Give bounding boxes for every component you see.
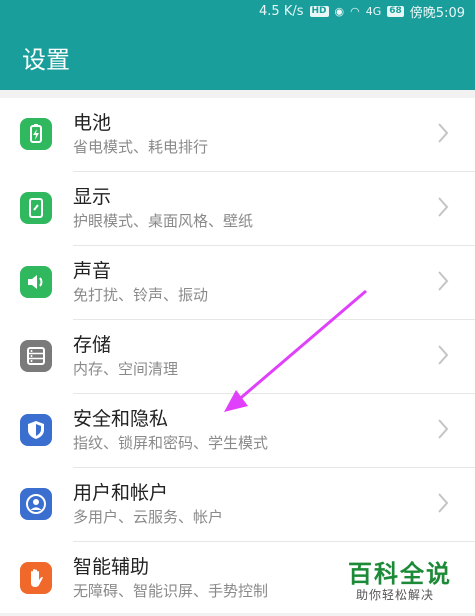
status-bar: 4.5 K/s HD ◉ ◠ 4G 68 傍晚5:09 xyxy=(0,0,475,22)
clock: 傍晚5:09 xyxy=(409,5,465,21)
hand-icon xyxy=(20,562,52,594)
settings-item-subtitle: 省电模式、耗电排行 xyxy=(73,138,209,156)
settings-list: 电池 省电模式、耗电排行 显示 护眼模式、桌面风格、壁纸 声音 免打扰、铃声、振… xyxy=(0,98,475,613)
app-header: 设置 xyxy=(0,22,475,90)
settings-item-label: 智能辅助 xyxy=(73,556,150,578)
settings-item-storage[interactable]: 存储 内存、空间清理 xyxy=(0,320,475,394)
shield-icon xyxy=(20,414,52,446)
user-icon xyxy=(20,488,52,520)
watermark-title: 百科全说 xyxy=(348,560,452,588)
storage-icon xyxy=(20,340,52,372)
chevron-right-icon xyxy=(438,419,449,439)
settings-item-label: 用户和帐户 xyxy=(73,482,169,504)
settings-item-subtitle: 多用户、云服务、帐户 xyxy=(73,508,224,526)
page-title: 设置 xyxy=(22,46,70,74)
settings-item-label: 电池 xyxy=(73,112,112,134)
settings-item-battery[interactable]: 电池 省电模式、耗电排行 xyxy=(0,98,475,172)
chevron-right-icon xyxy=(438,345,449,365)
watermark-subtitle: 助你轻松解决 xyxy=(356,588,435,602)
eye-icon: ◉ xyxy=(334,4,345,18)
chevron-right-icon xyxy=(438,123,449,143)
chevron-right-icon xyxy=(438,271,449,291)
chevron-right-icon xyxy=(438,197,449,217)
watermark: 百科全说 助你轻松解决 xyxy=(342,552,462,608)
settings-item-label: 显示 xyxy=(73,186,112,208)
settings-item-accounts[interactable]: 用户和帐户 多用户、云服务、帐户 xyxy=(0,468,475,542)
display-icon xyxy=(20,192,52,224)
settings-item-subtitle: 内存、空间清理 xyxy=(73,360,179,378)
chevron-right-icon xyxy=(438,493,449,513)
sound-icon xyxy=(20,266,52,298)
hd-badge: HD xyxy=(309,5,329,17)
settings-item-sound[interactable]: 声音 免打扰、铃声、振动 xyxy=(0,246,475,320)
settings-item-subtitle: 护眼模式、桌面风格、壁纸 xyxy=(73,212,254,230)
signal-label: 4G xyxy=(365,4,382,18)
battery-icon xyxy=(20,118,52,150)
settings-item-display[interactable]: 显示 护眼模式、桌面风格、壁纸 xyxy=(0,172,475,246)
net-speed: 4.5 K/s xyxy=(259,3,304,19)
settings-item-subtitle: 免打扰、铃声、振动 xyxy=(73,286,209,304)
wifi-icon: ◠ xyxy=(350,4,360,18)
settings-item-subtitle: 指纹、锁屏和密码、学生模式 xyxy=(73,434,269,452)
settings-item-label: 存储 xyxy=(73,334,112,356)
settings-item-security[interactable]: 安全和隐私 指纹、锁屏和密码、学生模式 xyxy=(0,394,475,468)
settings-item-subtitle: 无障碍、智能识屏、手势控制 xyxy=(73,582,269,600)
settings-item-label: 声音 xyxy=(73,260,112,282)
settings-item-label: 安全和隐私 xyxy=(73,408,169,430)
battery-indicator: 68 xyxy=(387,5,404,17)
